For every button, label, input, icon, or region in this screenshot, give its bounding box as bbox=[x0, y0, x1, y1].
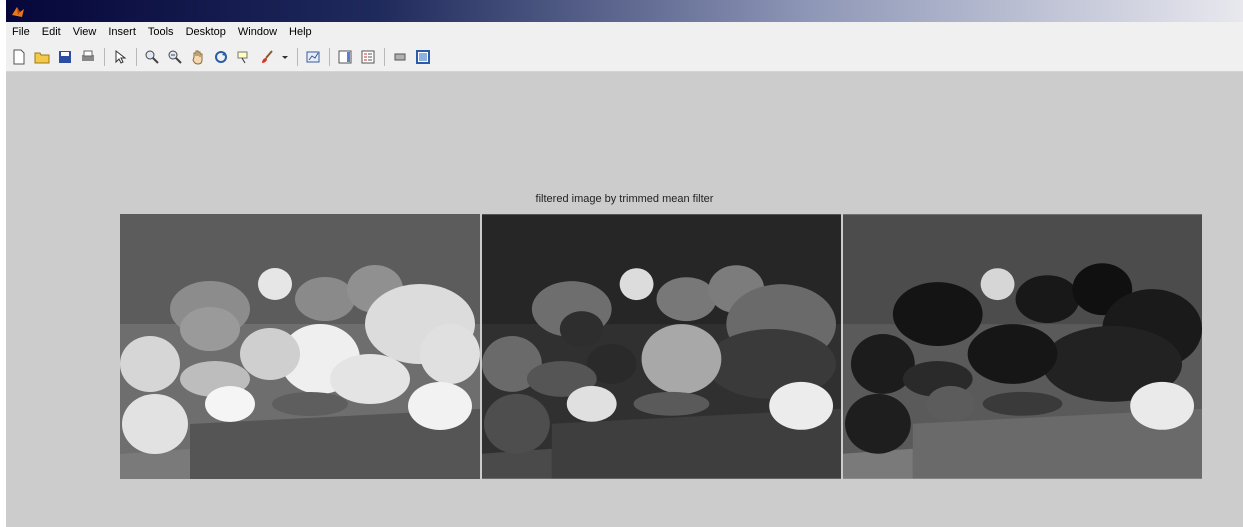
peppers-image-original bbox=[120, 214, 480, 479]
pan-hand-icon[interactable] bbox=[189, 48, 207, 66]
show-plot-tools-icon[interactable] bbox=[414, 48, 432, 66]
zoom-in-icon[interactable] bbox=[143, 48, 161, 66]
peppers-image-filtered bbox=[482, 214, 841, 479]
toolbar-separator bbox=[384, 47, 385, 66]
toolbar-separator bbox=[297, 47, 298, 66]
brush-icon[interactable] bbox=[258, 48, 276, 66]
toolbar-separator bbox=[104, 47, 105, 66]
open-file-icon[interactable] bbox=[33, 48, 51, 66]
data-cursor-icon[interactable] bbox=[235, 48, 253, 66]
menu-bar: File Edit View Insert Tools Desktop Wind… bbox=[6, 22, 1243, 42]
brush-dropdown-icon[interactable] bbox=[281, 48, 289, 66]
axes-dark-image[interactable] bbox=[843, 214, 1202, 479]
menu-file[interactable]: File bbox=[6, 22, 36, 42]
menu-insert[interactable]: Insert bbox=[102, 22, 142, 42]
menu-view[interactable]: View bbox=[67, 22, 103, 42]
menu-desktop[interactable]: Desktop bbox=[180, 22, 232, 42]
toolbar-separator bbox=[136, 47, 137, 66]
figure-title: filtered image by trimmed mean filter bbox=[535, 193, 714, 205]
insert-colorbar-icon[interactable] bbox=[336, 48, 354, 66]
select-arrow-icon[interactable] bbox=[111, 48, 129, 66]
figure-window: File Edit View Insert Tools Desktop Wind… bbox=[6, 0, 1243, 527]
print-icon[interactable] bbox=[79, 48, 97, 66]
zoom-out-icon[interactable] bbox=[166, 48, 184, 66]
menu-window[interactable]: Window bbox=[232, 22, 283, 42]
menu-tools[interactable]: Tools bbox=[142, 22, 180, 42]
rotate-3d-icon[interactable] bbox=[212, 48, 230, 66]
menu-help[interactable]: Help bbox=[283, 22, 318, 42]
axes-original-image[interactable] bbox=[120, 214, 480, 479]
new-figure-icon[interactable] bbox=[10, 48, 28, 66]
title-bar bbox=[6, 0, 1243, 22]
peppers-image-dark bbox=[843, 214, 1202, 479]
save-icon[interactable] bbox=[56, 48, 74, 66]
axes-filtered-image[interactable] bbox=[482, 214, 841, 479]
matlab-icon bbox=[12, 7, 24, 17]
hide-plot-tools-icon[interactable] bbox=[391, 48, 409, 66]
insert-legend-icon[interactable] bbox=[359, 48, 377, 66]
link-plot-icon[interactable] bbox=[304, 48, 322, 66]
menu-edit[interactable]: Edit bbox=[36, 22, 67, 42]
figure-toolbar bbox=[6, 42, 1243, 72]
toolbar-separator bbox=[329, 47, 330, 66]
